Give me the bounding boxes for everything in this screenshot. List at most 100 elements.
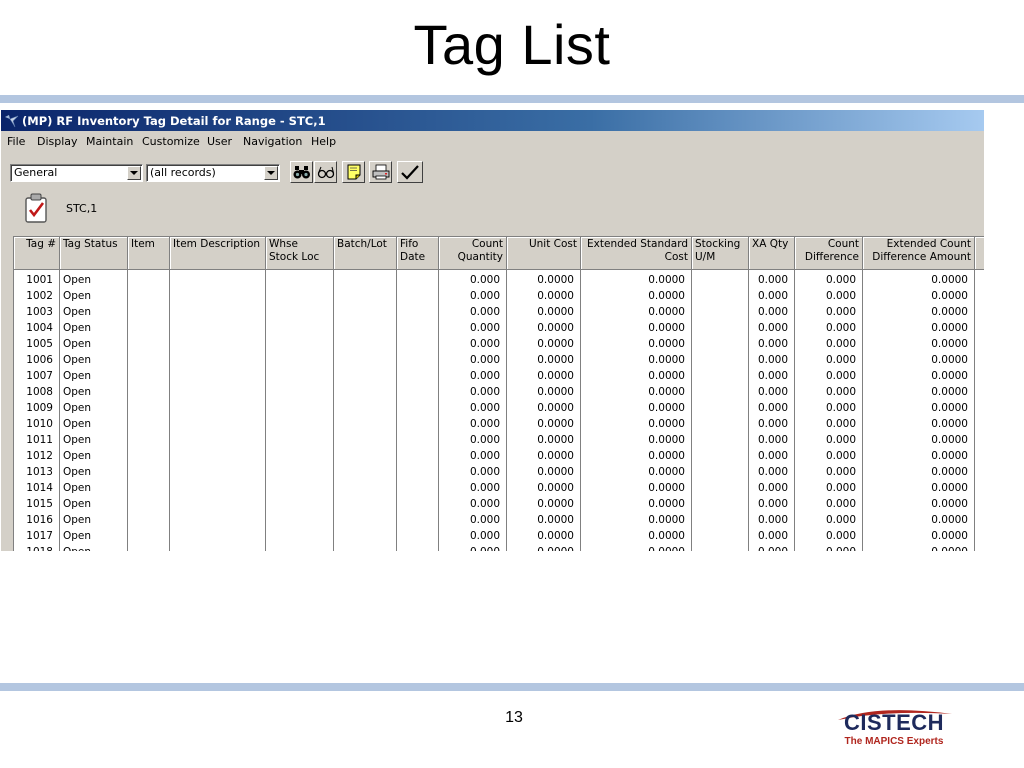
table-row[interactable]: 1011 Open 0.000 0.0000 0.0000 0.000 0.000 0.000… xyxy=(14,432,984,448)
table-cell: 0.000 xyxy=(757,354,788,366)
menu-maintain[interactable]: Maintain xyxy=(86,135,133,148)
column-header[interactable]: Fifo Date xyxy=(397,237,439,270)
table-cell: 0.0000 xyxy=(648,370,685,382)
table-cell xyxy=(266,304,334,320)
column-header-label-line2: Difference xyxy=(804,251,859,263)
table-cell: 0.000 xyxy=(757,498,788,510)
table-cell: 0.000 xyxy=(469,514,500,526)
table-cell xyxy=(692,512,749,528)
menu-help[interactable]: Help xyxy=(311,135,336,148)
table-cell: 0.000 xyxy=(825,514,856,526)
table-row[interactable]: 1008 Open 0.000 0.0000 0.0000 0.000 0.000 0.000… xyxy=(14,384,984,400)
table-row[interactable]: 1006 Open 0.000 0.0000 0.0000 0.000 0.000 0.000… xyxy=(14,352,984,368)
print-button[interactable] xyxy=(369,161,392,183)
filter-select[interactable]: (all records) xyxy=(146,164,280,182)
table-cell: 0.000 xyxy=(469,434,500,446)
table-cell: 0.000 xyxy=(469,450,500,462)
table-cell xyxy=(692,384,749,400)
table-cell: 0.0000 xyxy=(537,338,574,350)
column-divider xyxy=(580,270,581,551)
column-header[interactable]: Extended Standard Cost xyxy=(581,237,692,270)
table-cell xyxy=(266,544,334,551)
table-row[interactable]: 1002 Open 0.000 0.0000 0.0000 0.000 0.000 0.000… xyxy=(14,288,984,304)
column-header[interactable]: XA Qty xyxy=(749,237,795,270)
column-header[interactable]: Item Description xyxy=(170,237,266,270)
table-cell: 0.000 xyxy=(757,418,788,430)
notes-button[interactable] xyxy=(342,161,365,183)
table-row[interactable]: 1009 Open 0.000 0.0000 0.0000 0.000 0.000 0.000… xyxy=(14,400,984,416)
table-cell xyxy=(170,512,266,528)
table-cell: 0.000 xyxy=(757,450,788,462)
table-row[interactable]: 1003 Open 0.000 0.0000 0.0000 0.000 0.000 0.000… xyxy=(14,304,984,320)
table-cell: 0.000 xyxy=(825,290,856,302)
table-cell: 0.0000 xyxy=(931,386,968,398)
table-cell: 1009 xyxy=(26,402,53,414)
table-cell xyxy=(266,368,334,384)
logo-tagline: The MAPICS Experts xyxy=(844,736,944,747)
select-button[interactable] xyxy=(397,161,423,183)
column-header[interactable]: Batch/Lot xyxy=(334,237,397,270)
column-header-label: XA Qty xyxy=(752,238,789,250)
menu-display[interactable]: Display xyxy=(37,135,78,148)
menu-customize[interactable]: Customize xyxy=(142,135,200,148)
column-header-label: Item xyxy=(131,238,155,250)
table-cell xyxy=(266,480,334,496)
table-cell: 0.0000 xyxy=(648,306,685,318)
table-cell: 1008 xyxy=(26,386,53,398)
table-row[interactable]: 1018Open0.0000.00000.00000.0000.0000.000… xyxy=(14,544,984,551)
table-cell: 0.000 xyxy=(469,306,500,318)
column-header[interactable]: Tag # xyxy=(14,237,60,270)
table-cell: Open xyxy=(63,434,92,446)
find-button[interactable] xyxy=(290,161,313,183)
table-cell xyxy=(266,464,334,480)
table-row[interactable]: 1012 Open 0.000 0.0000 0.0000 0.000 0.000 0.000… xyxy=(14,448,984,464)
column-header[interactable]: Count Quantity xyxy=(439,237,507,270)
table-cell xyxy=(170,304,266,320)
table-cell: 1004 xyxy=(26,322,53,334)
column-header[interactable]: Item xyxy=(128,237,170,270)
window-titlebar[interactable]: (MP) RF Inventory Tag Detail for Range -… xyxy=(1,110,984,131)
table-cell xyxy=(266,432,334,448)
table-row[interactable]: 1001 Open 0.000 0.0000 0.0000 0.000 0.000 0.000… xyxy=(14,272,984,288)
chevron-down-icon[interactable] xyxy=(127,166,141,180)
table-cell xyxy=(170,320,266,336)
column-header[interactable]: Whse Stock Loc xyxy=(266,237,334,270)
table-row[interactable]: 1010 Open 0.000 0.0000 0.0000 0.000 0.000 0.000… xyxy=(14,416,984,432)
table-cell: 0.000 xyxy=(825,466,856,478)
table-cell xyxy=(692,432,749,448)
table-cell: 1014 xyxy=(26,482,53,494)
table-row[interactable]: 1004 Open 0.000 0.0000 0.0000 0.000 0.000 0.000… xyxy=(14,320,984,336)
table-cell xyxy=(128,496,170,512)
table-row[interactable]: 1014 Open 0.000 0.0000 0.0000 0.000 0.000 0.000… xyxy=(14,480,984,496)
table-cell: 1007 xyxy=(26,370,53,382)
column-header[interactable]: Count Difference xyxy=(795,237,863,270)
table-row[interactable]: 1005 Open 0.000 0.0000 0.0000 0.000 0.000 0.000… xyxy=(14,336,984,352)
table-row[interactable]: 1013 Open 0.000 0.0000 0.0000 0.000 0.000 0.000… xyxy=(14,464,984,480)
view-select[interactable]: General xyxy=(10,164,143,182)
table-cell xyxy=(170,400,266,416)
table-row[interactable]: 1016 Open 0.000 0.0000 0.0000 0.000 0.000 0.000… xyxy=(14,512,984,528)
table-cell: 0.0000 xyxy=(931,306,968,318)
tag-grid[interactable]: Tag # Tag Status Item Item Description Whse S… xyxy=(13,236,984,551)
column-header[interactable]: Extended Count Difference Amount xyxy=(863,237,975,270)
column-header-label: Count xyxy=(471,238,503,250)
column-header[interactable]: Tag Status xyxy=(60,237,128,270)
view-button[interactable] xyxy=(314,161,337,183)
table-cell: 0.0000 xyxy=(931,466,968,478)
table-cell: 0.000 xyxy=(795,544,863,551)
table-row[interactable]: 1015 Open 0.000 0.0000 0.0000 0.000 0.000 0.000… xyxy=(14,496,984,512)
table-cell: 0.000 xyxy=(469,274,500,286)
menu-user[interactable]: User xyxy=(207,135,232,148)
table-row[interactable]: 1007 Open 0.000 0.0000 0.0000 0.000 0.000 0.000… xyxy=(14,368,984,384)
chevron-down-icon[interactable] xyxy=(264,166,278,180)
menu-bar: File Display Maintain Customize User Nav… xyxy=(1,132,984,151)
menu-navigation[interactable]: Navigation xyxy=(243,135,302,148)
menu-file[interactable]: File xyxy=(7,135,25,148)
column-header-label: Tag # xyxy=(26,238,56,250)
column-header[interactable]: Stocking U/M xyxy=(692,237,749,270)
table-cell: 0.0000 xyxy=(537,322,574,334)
table-cell: 0.000 xyxy=(825,402,856,414)
table-cell: Open xyxy=(63,530,92,542)
table-row[interactable]: 1017 Open 0.000 0.0000 0.0000 0.000 0.000 0.000… xyxy=(14,528,984,544)
column-header[interactable]: Unit Cost xyxy=(507,237,581,270)
